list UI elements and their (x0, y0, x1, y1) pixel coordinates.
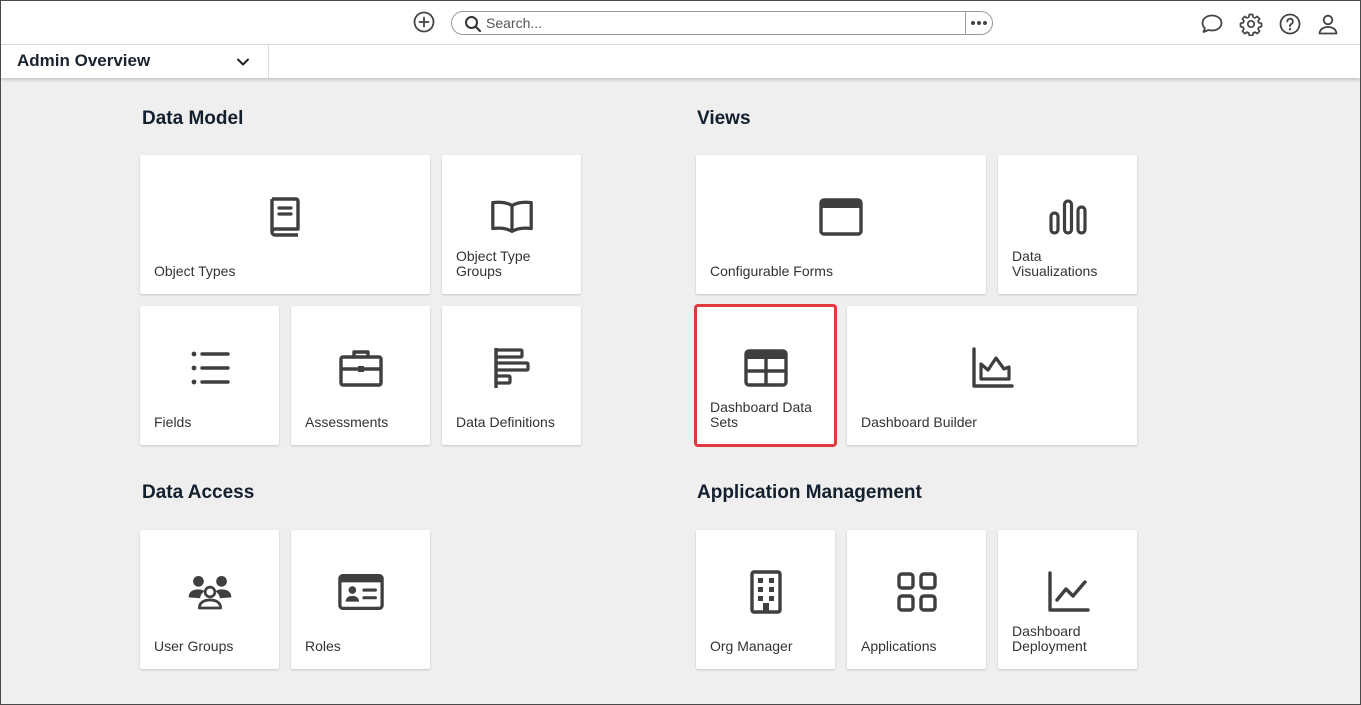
section-title-views: Views (697, 108, 751, 129)
more-options-icon[interactable] (966, 12, 992, 34)
tile-user-groups[interactable]: User Groups (140, 530, 279, 669)
tile-dashboard-deployment[interactable]: Dashboard Deployment (998, 530, 1137, 669)
workspace-selector[interactable]: Admin Overview (1, 45, 269, 78)
tile-label: Org Manager (710, 638, 793, 654)
tile-label: Dashboard Data Sets (710, 399, 812, 430)
area-chart-icon (968, 344, 1016, 392)
section-title-data-access: Data Access (142, 482, 255, 503)
align-left-bars-icon (488, 344, 536, 392)
tile-label: Assessments (305, 414, 389, 430)
tile-org-manager[interactable]: Org Manager (696, 530, 835, 669)
tile-label: Data Visualizations (1012, 248, 1098, 279)
user-profile-icon[interactable] (1315, 11, 1341, 37)
tile-applications[interactable]: Applications (847, 530, 986, 669)
list-icon (186, 344, 234, 392)
top-bar (1, 1, 1360, 45)
briefcase-icon (337, 344, 385, 392)
tile-label: Object Types (154, 263, 236, 279)
user-group-icon (186, 568, 234, 616)
building-icon (742, 568, 790, 616)
book-icon (261, 193, 309, 241)
tile-roles[interactable]: Roles (291, 530, 430, 669)
search-bar[interactable] (451, 11, 993, 35)
section-title-data-model: Data Model (142, 108, 244, 129)
tile-fields[interactable]: Fields (140, 306, 279, 445)
bar-chart-icon (1044, 193, 1092, 241)
search-icon (464, 15, 482, 33)
tile-label: Dashboard Deployment (1012, 623, 1087, 654)
chat-icon[interactable] (1199, 11, 1225, 37)
tile-label: Fields (154, 414, 192, 430)
tile-data-visualizations[interactable]: Data Visualizations (998, 155, 1137, 294)
grid-apps-icon (893, 568, 941, 616)
tile-dashboard-builder[interactable]: Dashboard Builder (847, 306, 1137, 445)
section-title-application-management: Application Management (697, 482, 922, 503)
tile-label: Object Type Groups (456, 248, 531, 279)
tile-label: User Groups (154, 638, 234, 654)
line-chart-icon (1044, 568, 1092, 616)
browser-window-icon (817, 193, 865, 241)
settings-gear-icon[interactable] (1238, 11, 1264, 37)
tile-label: Data Definitions (456, 414, 555, 430)
workspace-label: Admin Overview (17, 51, 151, 70)
workspace-bar: Admin Overview (1, 45, 1360, 78)
search-input[interactable] (486, 14, 906, 32)
help-icon[interactable] (1277, 11, 1303, 37)
tile-label: Applications (861, 638, 937, 654)
tile-object-types[interactable]: Object Types (140, 155, 430, 294)
tile-object-type-groups[interactable]: Object Type Groups (442, 155, 581, 294)
id-card-icon (337, 568, 385, 616)
open-book-icon (488, 193, 536, 241)
chevron-down-icon (235, 54, 251, 70)
tile-label: Configurable Forms (710, 263, 833, 279)
add-icon[interactable] (413, 11, 435, 33)
tile-dashboard-data-sets[interactable]: Dashboard Data Sets (694, 304, 837, 447)
tile-configurable-forms[interactable]: Configurable Forms (696, 155, 986, 294)
tile-label: Roles (305, 638, 341, 654)
tile-data-definitions[interactable]: Data Definitions (442, 306, 581, 445)
tile-assessments[interactable]: Assessments (291, 306, 430, 445)
table-icon (742, 344, 790, 392)
tile-label: Dashboard Builder (861, 414, 977, 430)
